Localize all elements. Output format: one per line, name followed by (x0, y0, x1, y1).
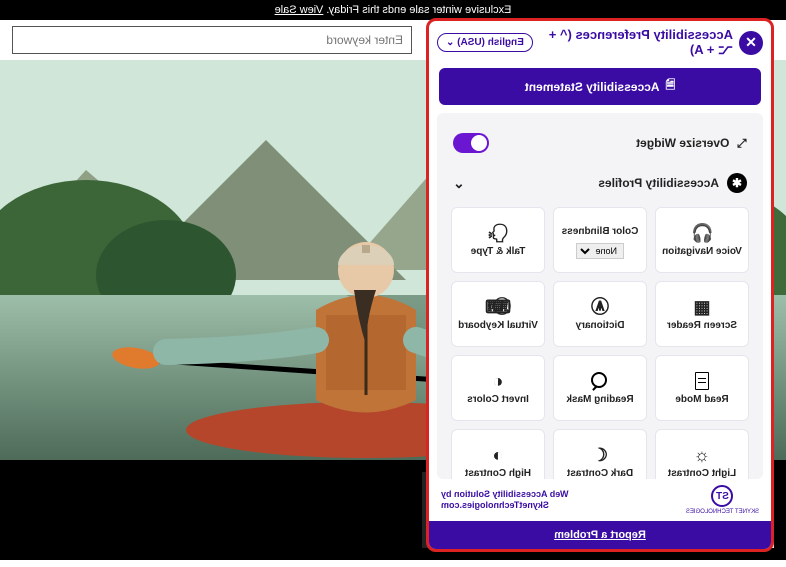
vendor-credit-text[interactable]: Web Accessibility Solution by SkynetTech… (441, 489, 569, 511)
search-input[interactable] (12, 26, 412, 54)
tile-label: Reading Mask (566, 394, 633, 405)
accessibility-icon: ✱ (727, 173, 747, 193)
tile-dictionary[interactable]: Ⓐ ⓘ Dictionary (553, 281, 647, 347)
screen-reader-icon: ▦ (694, 298, 711, 316)
oversize-label: Oversize Widget (636, 136, 729, 150)
profiles-label: Accessibility Profiles (598, 176, 719, 190)
read-mode-icon (695, 372, 709, 390)
report-problem-link[interactable]: Report a Problem (429, 521, 771, 549)
dictionary-icon: Ⓐ ⓘ (591, 298, 609, 316)
vendor-logo-sub: SKYNET TECHNOLOGIES (686, 509, 759, 515)
tile-label: Color Blindness (562, 226, 639, 237)
tile-high-contrast[interactable]: ◑ High Contrast (451, 429, 545, 479)
tile-label: Voice Navigation (662, 246, 742, 257)
tile-voice-navigation[interactable]: 🎧 Voice Navigation (655, 207, 749, 273)
color-blindness-select[interactable]: None (576, 243, 624, 259)
promo-cta-link[interactable]: View Sale (275, 4, 324, 16)
widget-footer-credit: ST SKYNET TECHNOLOGIES Web Accessibility… (429, 479, 771, 521)
talk-type-icon: 🗣 (487, 224, 510, 242)
virtual-keyboard-icon: ⌨ ⓘ (485, 298, 511, 316)
tile-label: Light Contrast (668, 468, 736, 479)
tile-talk-type[interactable]: 🗣 Talk & Type (451, 207, 545, 273)
tile-virtual-keyboard[interactable]: ⌨ ⓘ Virtual Keyboard (451, 281, 545, 347)
tile-light-contrast[interactable]: ☼ Light Contrast (655, 429, 749, 479)
widget-body: ⤡ Oversize Widget ✱ Accessibility Profil… (437, 113, 763, 479)
language-selector[interactable]: English (USA) ⌄ (437, 33, 533, 52)
tile-reading-mask[interactable]: Reading Mask (553, 355, 647, 421)
tile-label: Talk & Type (471, 246, 526, 257)
promo-banner: Exclusive winter sale ends this Friday. … (0, 0, 786, 20)
expand-icon: ⤡ (737, 136, 747, 151)
voice-navigation-icon: 🎧 (691, 224, 713, 242)
profiles-row[interactable]: ✱ Accessibility Profiles ⌄ (447, 163, 753, 203)
tile-label: Dark Contrast (567, 468, 633, 479)
tile-color-blindness[interactable]: Color Blindness None (553, 207, 647, 273)
tile-read-mode[interactable]: Read Mode (655, 355, 749, 421)
statement-label: Accessibility Statement (525, 80, 660, 94)
tile-label: Screen Reader (667, 320, 737, 331)
tile-dark-contrast[interactable]: ☾ Dark Contrast (553, 429, 647, 479)
oversize-toggle[interactable] (453, 133, 489, 153)
document-icon: 🗎 (666, 76, 676, 97)
light-contrast-icon: ☼ (694, 446, 711, 464)
tile-screen-reader[interactable]: ▦ Screen Reader (655, 281, 749, 347)
vendor-logo: ST SKYNET TECHNOLOGIES (686, 485, 759, 515)
widget-title: Accessibility Preferences (^ + ⌥ + A) (539, 27, 733, 58)
tile-label: High Contrast (465, 468, 531, 479)
oversize-widget-row: ⤡ Oversize Widget (447, 123, 753, 163)
tile-label: Virtual Keyboard (458, 320, 538, 331)
vendor-logo-mark: ST (711, 485, 733, 507)
invert-colors-icon: ◐ (493, 372, 504, 390)
tile-invert-colors[interactable]: ◐ Invert Colors (451, 355, 545, 421)
accessibility-widget: ✕ Accessibility Preferences (^ + ⌥ + A) … (426, 18, 774, 552)
feature-tile-grid: 🎧 Voice Navigation Color Blindness None 🗣 Tal… (447, 203, 753, 479)
chevron-down-icon: ⌄ (453, 175, 465, 192)
dark-contrast-icon: ☾ (592, 446, 608, 464)
reading-mask-icon (591, 372, 609, 390)
widget-header: ✕ Accessibility Preferences (^ + ⌥ + A) … (429, 21, 771, 64)
accessibility-statement-button[interactable]: 🗎 Accessibility Statement (439, 68, 761, 105)
tile-label: Invert Colors (467, 394, 529, 405)
tile-label: Read Mode (675, 394, 728, 405)
high-contrast-icon: ◑ (493, 446, 504, 464)
promo-text: Exclusive winter sale ends this Friday. (323, 4, 511, 16)
close-button[interactable]: ✕ (739, 31, 763, 55)
tile-label: Dictionary (576, 320, 625, 331)
